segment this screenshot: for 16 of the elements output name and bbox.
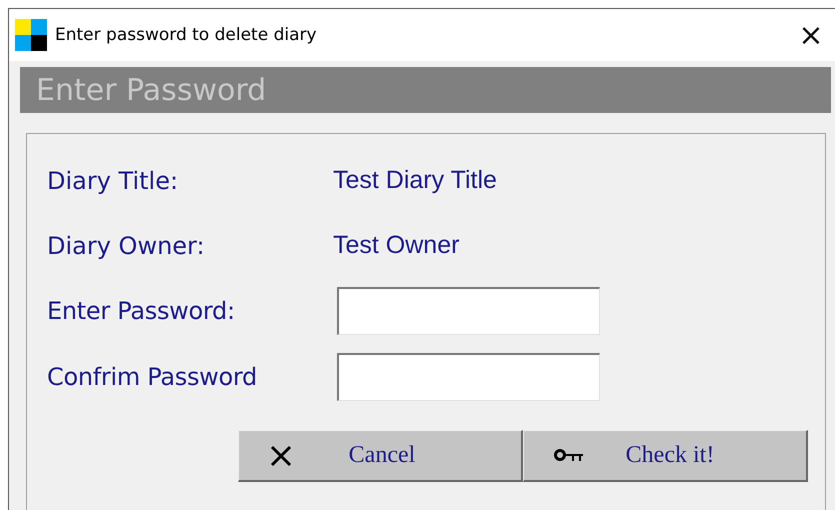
window-title: Enter password to delete diary — [55, 25, 318, 45]
field-value: Test Owner — [333, 231, 460, 260]
password-field[interactable] — [337, 287, 600, 335]
close-icon — [269, 444, 293, 468]
check-button[interactable]: Check it! — [523, 430, 808, 482]
field-label: Diary Title: — [47, 166, 180, 194]
field-label: Confrim Password — [47, 363, 258, 391]
password-field[interactable] — [337, 353, 600, 401]
key-icon — [554, 448, 584, 464]
close-button[interactable]: × — [787, 13, 835, 57]
app-logo-icon — [15, 19, 47, 51]
cancel-button[interactable]: Cancel — [238, 430, 523, 482]
section-header: Enter Password — [20, 67, 831, 113]
field-label: Enter Password: — [47, 297, 236, 325]
field-label: Diary Owner: — [47, 232, 206, 260]
field-value: Test Diary Title — [333, 166, 498, 195]
